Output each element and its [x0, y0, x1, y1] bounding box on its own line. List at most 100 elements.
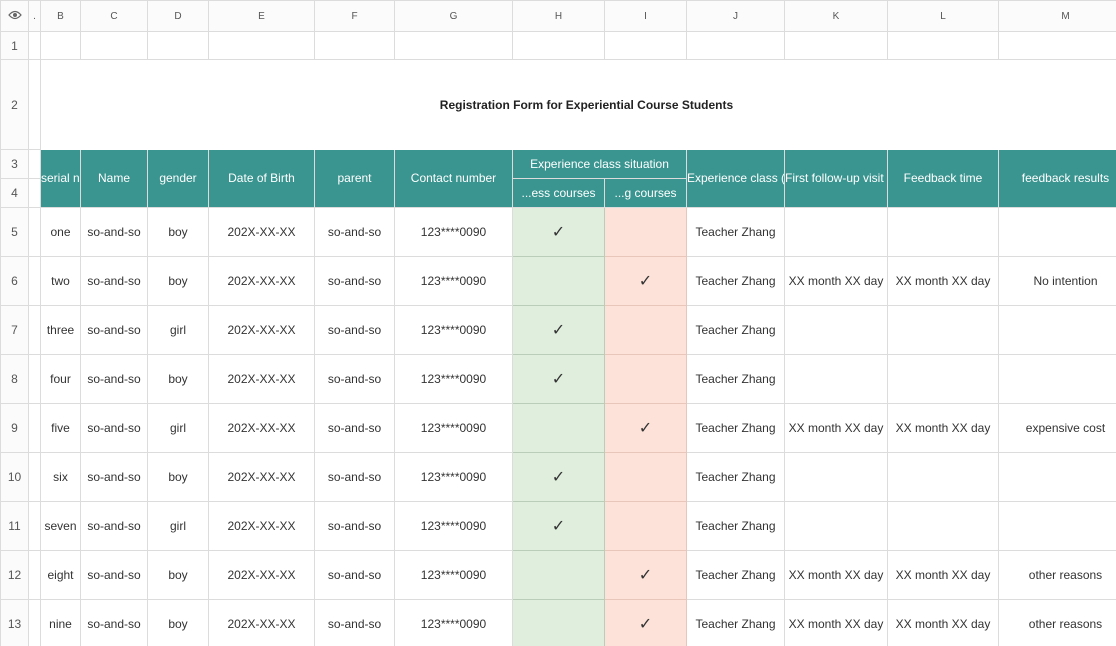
cell-feedback-results[interactable]: No intention [998, 256, 1116, 306]
column-header[interactable]: G [394, 0, 513, 32]
cell-serial[interactable]: nine [40, 599, 81, 646]
cell-teacher[interactable]: Teacher Zhang [686, 452, 785, 502]
cell-date-of-birth[interactable]: 202X-XX-XX [208, 305, 315, 355]
cell-follow-up-time[interactable] [784, 501, 888, 551]
cell-parent[interactable]: so-and-so [314, 403, 395, 453]
cell-feedback-results[interactable] [998, 305, 1116, 355]
cell-date-of-birth[interactable]: 202X-XX-XX [208, 501, 315, 551]
cell[interactable] [28, 31, 41, 60]
cell-name[interactable]: so-and-so [80, 256, 148, 306]
cell-gender[interactable]: boy [147, 452, 209, 502]
cell-contact-number[interactable]: 123****0090 [394, 256, 513, 306]
cell-teacher[interactable]: Teacher Zhang [686, 599, 785, 646]
cell-contact-number[interactable]: 123****0090 [394, 599, 513, 646]
cell[interactable] [28, 403, 41, 453]
cell-feedback-results[interactable] [998, 501, 1116, 551]
cell[interactable] [28, 354, 41, 404]
sheet-title[interactable]: Registration Form for Experiential Cours… [40, 59, 1116, 150]
cell-follow-up-time[interactable]: XX month XX day [784, 403, 888, 453]
cell-experience-2[interactable] [604, 305, 687, 355]
cell-contact-number[interactable]: 123****0090 [394, 452, 513, 502]
cell-feedback-time[interactable] [887, 452, 999, 502]
cell-follow-up-time[interactable] [784, 354, 888, 404]
cell-experience-1[interactable] [512, 550, 605, 600]
cell-serial[interactable]: eight [40, 550, 81, 600]
cell-contact-number[interactable]: 123****0090 [394, 403, 513, 453]
header-gender[interactable]: gender [147, 149, 209, 208]
cell[interactable] [512, 31, 605, 60]
column-header-a[interactable]: . [28, 0, 41, 32]
header-experience-class-situation[interactable]: Experience class situation [512, 149, 687, 179]
cell-experience-2[interactable]: ✓ [604, 256, 687, 306]
cell-gender[interactable]: girl [147, 305, 209, 355]
cell-teacher[interactable]: Teacher Zhang [686, 207, 785, 257]
cell[interactable] [40, 31, 81, 60]
cell-experience-1[interactable] [512, 599, 605, 646]
cell-teacher[interactable]: Teacher Zhang [686, 501, 785, 551]
cell-date-of-birth[interactable]: 202X-XX-XX [208, 207, 315, 257]
header-parent[interactable]: parent [314, 149, 395, 208]
cell-serial[interactable]: seven [40, 501, 81, 551]
cell-experience-1[interactable]: ✓ [512, 452, 605, 502]
row-header[interactable]: 8 [0, 354, 29, 404]
column-header[interactable]: F [314, 0, 395, 32]
cell-name[interactable]: so-and-so [80, 305, 148, 355]
cell-gender[interactable]: boy [147, 207, 209, 257]
row-header[interactable]: 1 [0, 31, 29, 60]
cell-experience-1[interactable]: ✓ [512, 305, 605, 355]
cell-feedback-time[interactable]: XX month XX day [887, 550, 999, 600]
cell-feedback-results[interactable] [998, 452, 1116, 502]
column-header[interactable]: M [998, 0, 1116, 32]
cell-teacher[interactable]: Teacher Zhang [686, 550, 785, 600]
cell[interactable] [604, 31, 687, 60]
cell-parent[interactable]: so-and-so [314, 207, 395, 257]
column-header[interactable]: E [208, 0, 315, 32]
header-feedback-time[interactable]: Feedback time [887, 149, 999, 208]
cell[interactable] [394, 31, 513, 60]
cell[interactable] [686, 31, 785, 60]
cell-follow-up-time[interactable] [784, 305, 888, 355]
cell-date-of-birth[interactable]: 202X-XX-XX [208, 403, 315, 453]
header-serial[interactable]: serial num ber [40, 149, 81, 208]
cell-date-of-birth[interactable]: 202X-XX-XX [208, 550, 315, 600]
cell-experience-2[interactable] [604, 452, 687, 502]
cell-parent[interactable]: so-and-so [314, 305, 395, 355]
cell-feedback-results[interactable]: other reasons [998, 599, 1116, 646]
select-all-corner[interactable] [0, 0, 29, 32]
cell-feedback-time[interactable] [887, 501, 999, 551]
cell[interactable] [28, 305, 41, 355]
cell-contact-number[interactable]: 123****0090 [394, 354, 513, 404]
column-header[interactable]: C [80, 0, 148, 32]
cell-feedback-results[interactable] [998, 354, 1116, 404]
cell-follow-up-time[interactable] [784, 207, 888, 257]
cell-experience-1[interactable]: ✓ [512, 501, 605, 551]
cell-gender[interactable]: girl [147, 403, 209, 453]
cell[interactable] [784, 31, 888, 60]
cell-follow-up-time[interactable] [784, 452, 888, 502]
cell[interactable] [28, 178, 41, 208]
header-experience-sub-1[interactable]: ...ess courses [512, 178, 605, 208]
cell-teacher[interactable]: Teacher Zhang [686, 403, 785, 453]
cell-experience-2[interactable] [604, 207, 687, 257]
cell-feedback-time[interactable]: XX month XX day [887, 256, 999, 306]
cell-serial[interactable]: one [40, 207, 81, 257]
cell-follow-up-time[interactable]: XX month XX day [784, 550, 888, 600]
cell-feedback-results[interactable] [998, 207, 1116, 257]
cell[interactable] [28, 599, 41, 646]
cell-feedback-results[interactable]: expensive cost [998, 403, 1116, 453]
cell[interactable] [80, 31, 148, 60]
header-first-follow-up[interactable]: First follow-up visit time [784, 149, 888, 208]
cell-parent[interactable]: so-and-so [314, 354, 395, 404]
cell-gender[interactable]: boy [147, 354, 209, 404]
column-header[interactable]: I [604, 0, 687, 32]
column-header[interactable]: K [784, 0, 888, 32]
cell[interactable] [208, 31, 315, 60]
cell-experience-1[interactable]: ✓ [512, 207, 605, 257]
cell-name[interactable]: so-and-so [80, 501, 148, 551]
cell-feedback-results[interactable]: other reasons [998, 550, 1116, 600]
cell-parent[interactable]: so-and-so [314, 256, 395, 306]
cell-gender[interactable]: girl [147, 501, 209, 551]
cell-teacher[interactable]: Teacher Zhang [686, 305, 785, 355]
row-header[interactable]: 13 [0, 599, 29, 646]
cell-experience-2[interactable]: ✓ [604, 599, 687, 646]
